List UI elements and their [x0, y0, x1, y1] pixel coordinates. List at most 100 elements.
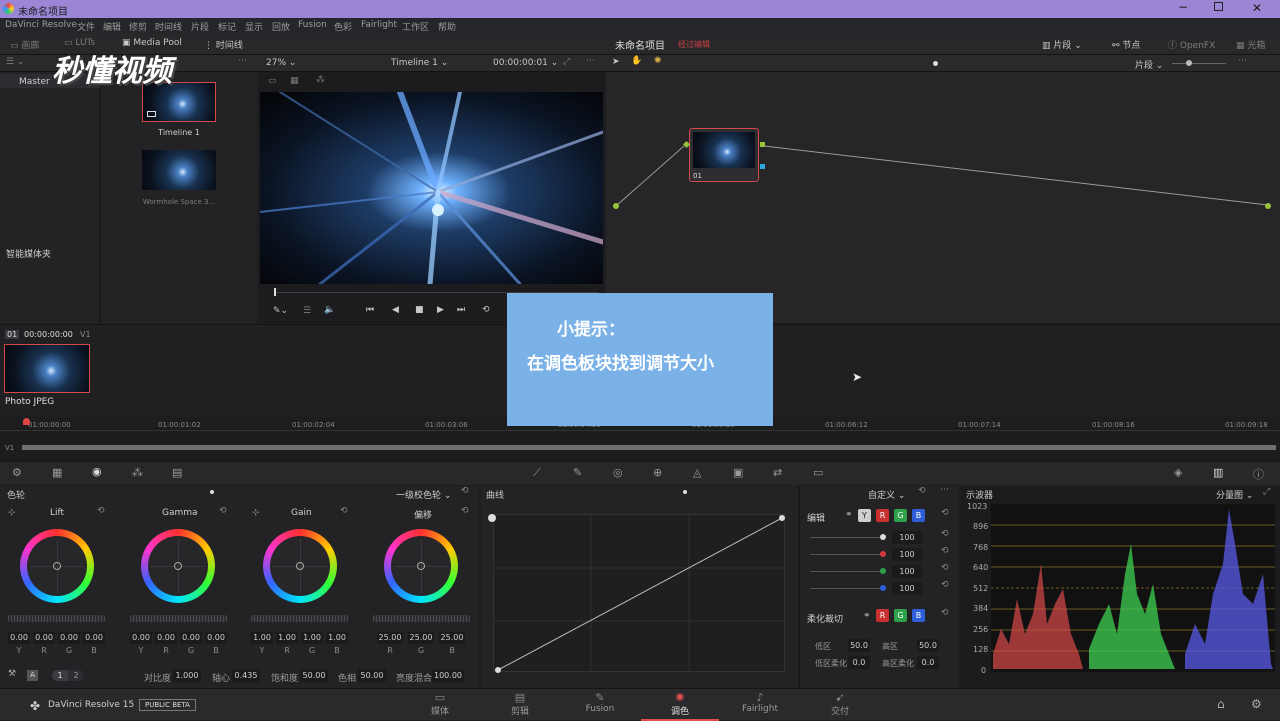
intensity-reset-r[interactable]: ⟲ [941, 546, 949, 556]
curves-mode-select-2[interactable]: 自定义 ⌄ [868, 488, 905, 501]
eyedropper-icon[interactable]: ✎⌄ [273, 306, 288, 316]
gamma-master-slider[interactable] [130, 615, 227, 622]
sizing-icon[interactable]: ⇄ [773, 466, 782, 479]
curve-options-icon-2[interactable]: ⋯ [940, 485, 949, 495]
viewer-mode-icon-3[interactable]: ⁂ [316, 75, 325, 85]
gain-reset-icon[interactable]: ⟲ [340, 506, 348, 516]
page-edit[interactable]: ▤ 剪辑 [498, 691, 542, 717]
timeline-playhead[interactable] [23, 418, 30, 425]
channel-b-button[interactable]: B [912, 509, 925, 522]
menu-file[interactable]: 文件 [77, 20, 95, 33]
scope-mode-select[interactable]: 分量图 ⌄ [1216, 488, 1253, 501]
lift-wheel[interactable] [20, 529, 94, 603]
gamma-value-b[interactable]: 0.00 [205, 632, 227, 644]
info-icon[interactable]: ⓘ [1253, 466, 1264, 482]
rgb-mixer-icon[interactable]: ⁂ [132, 466, 143, 479]
high-value[interactable]: 50.0 [917, 639, 939, 652]
page-fairlight[interactable]: ♪ Fairlight [736, 691, 784, 714]
keyframes-icon[interactable]: ◈ [1174, 466, 1182, 479]
intensity-slider-g[interactable] [810, 571, 884, 572]
menu-fusion[interactable]: Fusion [298, 20, 327, 30]
stop-icon[interactable]: ■ [415, 305, 424, 315]
menu-timeline[interactable]: 时间线 [155, 20, 182, 33]
soft-clip-b-button[interactable]: B [912, 609, 925, 622]
wheels-reset-icon[interactable]: ⟲ [461, 486, 469, 496]
page-fusion[interactable]: ✎ Fusion [578, 691, 622, 714]
curve-graph[interactable] [493, 514, 786, 673]
color-picker-icon[interactable]: ✺ [654, 56, 662, 66]
low-soft-value[interactable]: 0.0 [848, 656, 870, 669]
zoom-select[interactable]: 27% ⌄ [266, 58, 296, 68]
clip-thumbnail[interactable] [4, 344, 90, 393]
timeline-button[interactable]: ⋮ 时间线 [204, 38, 243, 51]
node-zoom-slider[interactable] [1172, 63, 1226, 64]
intensity-handle-g[interactable] [880, 568, 886, 574]
page-media[interactable]: ▭ 媒体 [418, 691, 462, 717]
menu-color[interactable]: 色彩 [334, 20, 352, 33]
node-options-icon[interactable]: ⋯ [1238, 56, 1247, 66]
offset-master-slider[interactable] [373, 615, 470, 622]
intensity-value-y[interactable]: 100 [892, 531, 922, 544]
menu-workspace[interactable]: 工作区 [402, 20, 429, 33]
loop-icon[interactable]: ⟲ [482, 305, 490, 315]
wheels-page-2[interactable]: 2 [68, 670, 84, 681]
gamma-value-g[interactable]: 0.00 [180, 632, 202, 644]
window-icon[interactable]: ◎ [613, 466, 623, 479]
settings-icon[interactable]: ⚙ [1251, 697, 1262, 711]
3d-icon[interactable]: ▭ [813, 466, 823, 479]
color-match-icon[interactable]: ▦ [52, 466, 62, 479]
edit-reset-icon[interactable]: ⟲ [941, 508, 949, 518]
intensity-value-g[interactable]: 100 [892, 565, 922, 578]
contrast-value[interactable]: 1.000 [173, 669, 201, 682]
pivot-value[interactable]: 0.435 [232, 669, 260, 682]
intensity-slider-y[interactable] [810, 537, 884, 538]
lift-picker-icon[interactable]: ⊹ [8, 508, 16, 518]
media-item-wormhole[interactable] [142, 150, 216, 190]
offset-wheel[interactable] [384, 529, 458, 603]
play-icon[interactable]: ▶ [437, 305, 444, 315]
color-wheels-icon[interactable]: ◉ [92, 465, 102, 478]
step-back-icon[interactable]: ◀ [392, 305, 399, 315]
timeline-select[interactable]: Timeline 1 ⌄ [391, 58, 448, 68]
camera-raw-icon[interactable]: ⚙ [12, 466, 22, 479]
channel-r-button[interactable]: R [876, 509, 889, 522]
qualifier-icon[interactable]: ✎ [573, 466, 582, 479]
node-zoom-handle[interactable] [1186, 60, 1192, 66]
gamma-value-r[interactable]: 0.00 [155, 632, 177, 644]
node-input-port[interactable] [613, 203, 619, 209]
offset-reset-icon[interactable]: ⟲ [461, 506, 469, 516]
saturation-value[interactable]: 50.00 [300, 669, 328, 682]
skip-end-icon[interactable]: ⏭ [457, 305, 465, 315]
openfx-button[interactable]: ⓕ OpenFX [1168, 38, 1215, 51]
motion-effects-icon[interactable]: ▤ [172, 466, 182, 479]
scopes-icon[interactable]: ▥ [1213, 466, 1223, 479]
fullscreen-icon[interactable]: ⤢ [563, 57, 570, 67]
hue-value[interactable]: 50.00 [358, 669, 386, 682]
gain-value-b[interactable]: 1.00 [326, 632, 348, 644]
auto-button[interactable]: A [27, 670, 38, 681]
menu-clip[interactable]: 片段 [191, 20, 209, 33]
list-view-icon[interactable]: ☰ ⌄ [6, 57, 24, 67]
intensity-handle-r[interactable] [880, 551, 886, 557]
lift-value-b[interactable]: 0.00 [83, 632, 105, 644]
pointer-tool-icon[interactable]: ➤ [612, 57, 620, 67]
intensity-slider-b[interactable] [810, 588, 884, 589]
menu-davinci[interactable]: DaVinci Resolve [5, 20, 77, 30]
soft-clip-g-button[interactable]: G [894, 609, 907, 622]
soft-clip-link-icon[interactable]: ⚭ [863, 611, 871, 621]
layers-icon[interactable]: ☰ [303, 306, 311, 316]
intensity-slider-r[interactable] [810, 554, 884, 555]
gain-master-slider[interactable] [251, 615, 348, 622]
key-icon[interactable]: ▣ [733, 466, 743, 479]
close-icon[interactable]: ✕ [1252, 1, 1262, 15]
intensity-value-b[interactable]: 100 [892, 582, 922, 595]
lift-value-y[interactable]: 0.00 [8, 632, 30, 644]
gamma-value-y[interactable]: 0.00 [130, 632, 152, 644]
gamma-reset-icon[interactable]: ⟲ [219, 506, 227, 516]
link-icon[interactable]: ⚭ [845, 510, 853, 520]
curves-icon[interactable]: ⟋ [533, 466, 541, 480]
skip-start-icon[interactable]: ⏮ [366, 305, 374, 315]
lift-value-g[interactable]: 0.00 [58, 632, 80, 644]
soft-clip-r-button[interactable]: R [876, 609, 889, 622]
lum-mix-value[interactable]: 100.00 [432, 669, 464, 682]
